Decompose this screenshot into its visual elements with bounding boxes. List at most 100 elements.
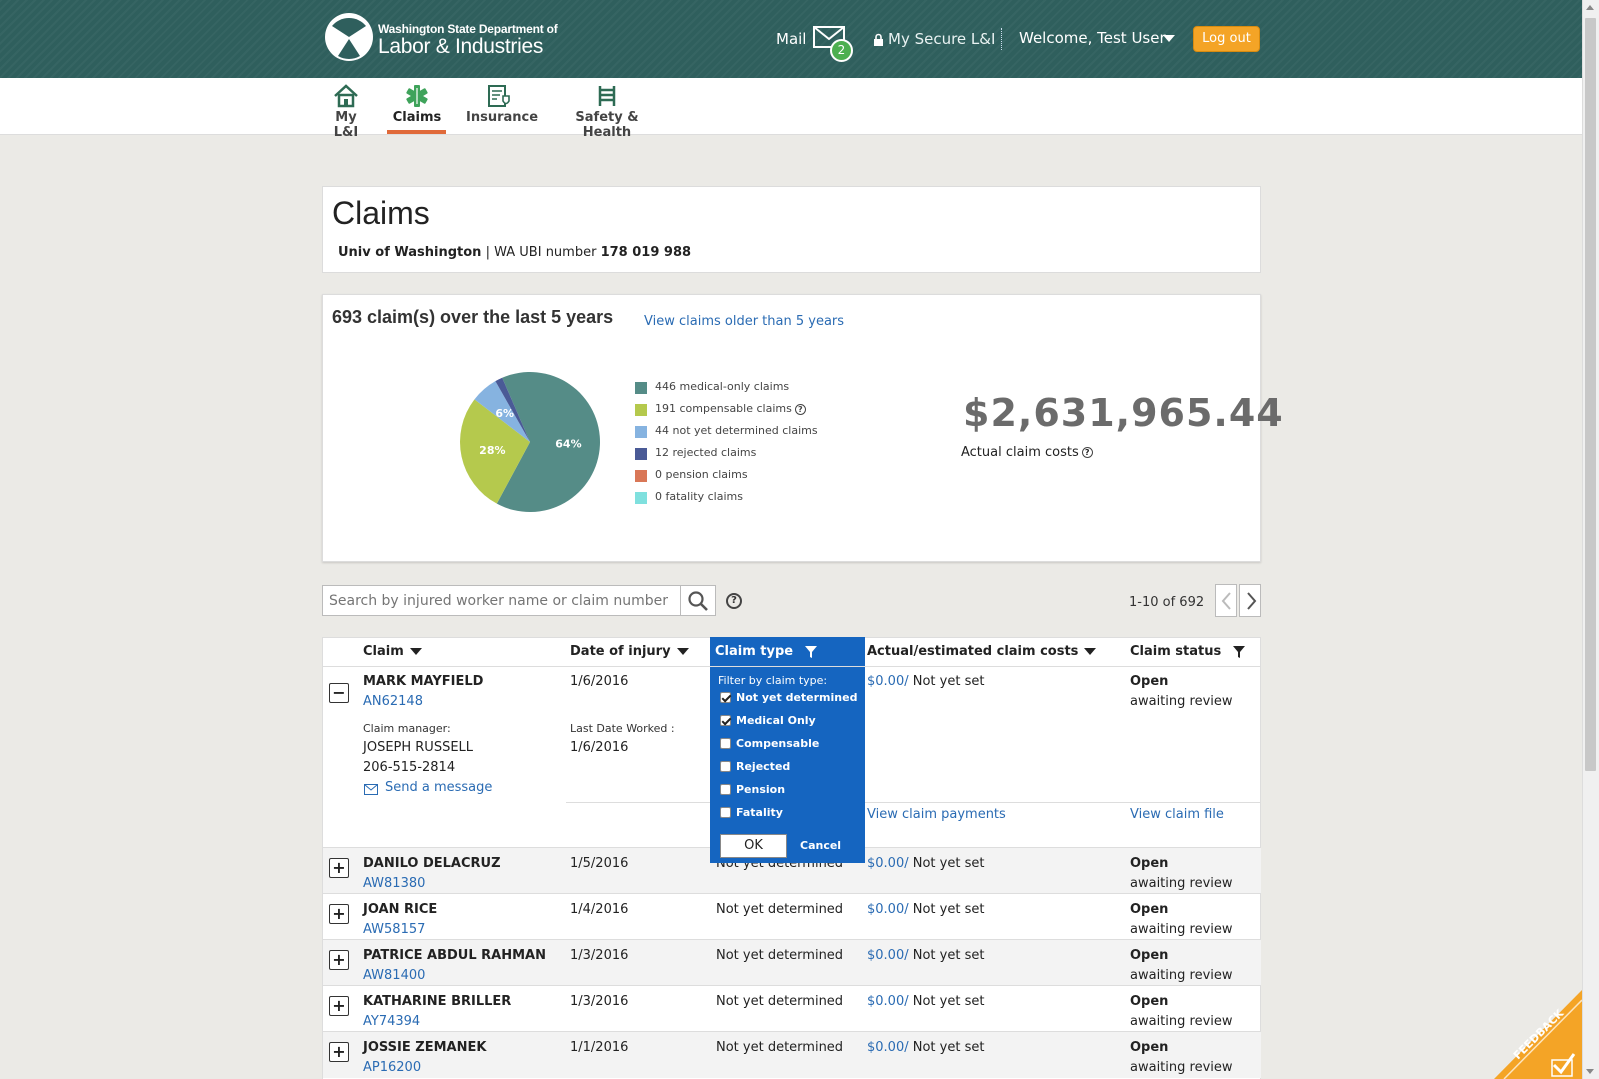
filter-checkbox[interactable] — [720, 784, 731, 795]
claim-cost-link[interactable]: $0.00/ — [867, 674, 909, 689]
next-page-button[interactable] — [1239, 584, 1261, 617]
legend-swatch — [635, 492, 647, 504]
claim-cost-link[interactable]: $0.00/ — [867, 902, 909, 917]
status-detail: awaiting review — [1130, 1014, 1233, 1029]
nav-item-my-lni[interactable]: My L&I — [323, 84, 369, 140]
claim-cost-link[interactable]: $0.00/ — [867, 948, 909, 963]
safety-ladder-icon — [598, 86, 616, 106]
view-claim-payments-link[interactable]: View claim payments — [867, 807, 1006, 822]
expand-row-button[interactable]: + — [329, 904, 349, 924]
chevron-down-icon[interactable] — [1163, 35, 1175, 42]
cost-note: Not yet set — [908, 856, 985, 871]
claim-cost-link[interactable]: $0.00/ — [867, 1040, 909, 1055]
col-header-label: Claim status — [1130, 644, 1222, 659]
nav-item-claims[interactable]: Claims — [390, 84, 444, 125]
mail-link[interactable]: Mail — [776, 30, 806, 48]
scroll-up-arrow-icon[interactable] — [1586, 5, 1594, 10]
status-detail: awaiting review — [1130, 1060, 1233, 1075]
filter-checkbox[interactable] — [720, 738, 731, 749]
scroll-down-arrow-icon[interactable] — [1586, 1069, 1594, 1074]
help-icon[interactable]: ? — [1081, 447, 1093, 458]
lni-logo-icon[interactable] — [324, 12, 374, 62]
help-icon[interactable]: ? — [794, 403, 806, 415]
feedback-tab[interactable]: FEEDBACK — [1494, 990, 1582, 1079]
scrollbar-thumb[interactable] — [1585, 18, 1596, 771]
status-badge: Open — [1130, 948, 1169, 963]
col-header-claim-type[interactable]: Claim type — [710, 637, 865, 667]
nav-label: Insurance — [466, 110, 539, 125]
send-message-link[interactable]: Send a message — [385, 780, 492, 795]
ubi-number: 178 019 988 — [600, 245, 692, 260]
filter-checkbox[interactable] — [720, 692, 731, 703]
pagination-summary: 1-10 of 692 — [1129, 595, 1205, 610]
main-nav-bar — [0, 78, 1582, 135]
claim-cost: $0.00/ Not yet set — [867, 902, 984, 917]
claimant-name: KATHARINE BRILLER — [363, 994, 512, 1009]
claim-type: Not yet determined — [716, 902, 844, 917]
my-secure-link[interactable]: My Secure L&I — [888, 30, 995, 48]
filter-title: Filter by claim type: — [718, 674, 828, 687]
expand-row-button[interactable]: + — [329, 950, 349, 970]
claim-number-link[interactable]: AW81400 — [363, 968, 425, 983]
nav-label: My L&I — [333, 110, 359, 140]
last-date-worked: 1/6/2016 — [570, 740, 629, 755]
status-detail: awaiting review — [1130, 968, 1233, 983]
filter-checkbox[interactable] — [720, 807, 731, 818]
claim-cost-link[interactable]: $0.00/ — [867, 856, 909, 871]
claim-manager-phone: 206-515-2814 — [363, 760, 456, 775]
expand-row-button[interactable]: + — [329, 996, 349, 1016]
claim-number-link[interactable]: AN62148 — [363, 694, 423, 709]
claim-costs-label: Actual claim costs? — [961, 445, 1093, 460]
claim-number-link[interactable]: AY74394 — [363, 1014, 420, 1029]
claim-cost-link[interactable]: $0.00/ — [867, 994, 909, 1009]
claim-number-link[interactable]: AP16200 — [363, 1060, 421, 1075]
sort-caret-icon — [1084, 648, 1097, 655]
status-badge: Open — [1130, 994, 1169, 1009]
employer-info: Univ of Washington | WA UBI number 178 0… — [338, 245, 691, 260]
claim-cost: $0.00/ Not yet set — [867, 674, 984, 689]
claim-number-link[interactable]: AW81380 — [363, 876, 425, 891]
col-header-costs[interactable]: Actual/estimated claim costs — [867, 644, 1097, 659]
claimant-name: DANILO DELACRUZ — [363, 856, 501, 871]
nav-item-insurance[interactable]: Insurance — [466, 84, 538, 125]
logout-button[interactable]: Log out — [1193, 26, 1260, 52]
separator: | — [485, 245, 490, 260]
filter-ok-button[interactable]: OK — [720, 834, 787, 858]
prev-page-button[interactable] — [1215, 584, 1237, 617]
filter-checkbox[interactable] — [720, 715, 731, 726]
total-claim-costs: $2,631,965.44 — [963, 391, 1284, 435]
chevron-left-icon — [1221, 592, 1231, 610]
expand-row-button[interactable]: + — [329, 858, 349, 878]
header-divider — [1001, 28, 1002, 50]
claim-type-filter-dropdown: Filter by claim type: Not yet determined… — [710, 667, 865, 863]
nav-item-safety-health[interactable]: Safety & Health — [555, 84, 659, 140]
nav-label: Safety & Health — [575, 110, 639, 140]
cost-note: Not yet set — [912, 674, 985, 689]
detail-divider — [566, 802, 1261, 803]
claim-cost: $0.00/ Not yet set — [867, 994, 984, 1009]
welcome-user-menu[interactable]: Welcome, Test User — [1019, 29, 1166, 47]
claim-search-input[interactable] — [322, 585, 681, 616]
injury-date: 1/6/2016 — [570, 674, 629, 689]
collapse-row-button[interactable]: − — [329, 683, 349, 703]
col-header-date[interactable]: Date of injury — [570, 644, 689, 659]
col-header-claim[interactable]: Claim — [363, 644, 422, 659]
search-button[interactable] — [681, 585, 716, 616]
claim-number-link[interactable]: AW58157 — [363, 922, 425, 937]
claims-count-heading: 693 claim(s) over the last 5 years — [332, 307, 614, 327]
legend-label: 44 not yet determined claims — [655, 424, 818, 437]
col-header-status[interactable]: Claim status — [1130, 644, 1246, 659]
search-help-icon[interactable]: ? — [726, 593, 742, 609]
expand-row-button[interactable]: + — [329, 1042, 349, 1062]
filter-option-label: Fatality — [736, 806, 783, 819]
filter-cancel-link[interactable]: Cancel — [800, 839, 841, 852]
status-detail: awaiting review — [1130, 876, 1233, 891]
filter-checkbox[interactable] — [720, 761, 731, 772]
chevron-right-icon — [1247, 592, 1257, 610]
view-claim-file-link[interactable]: View claim file — [1130, 807, 1224, 822]
view-older-claims-link[interactable]: View claims older than 5 years — [644, 314, 844, 329]
injury-date: 1/3/2016 — [570, 948, 629, 963]
cost-note: Not yet set — [908, 902, 985, 917]
logo-department-text: Washington State Department of — [378, 22, 558, 36]
claim-type: Not yet determined — [716, 994, 844, 1009]
